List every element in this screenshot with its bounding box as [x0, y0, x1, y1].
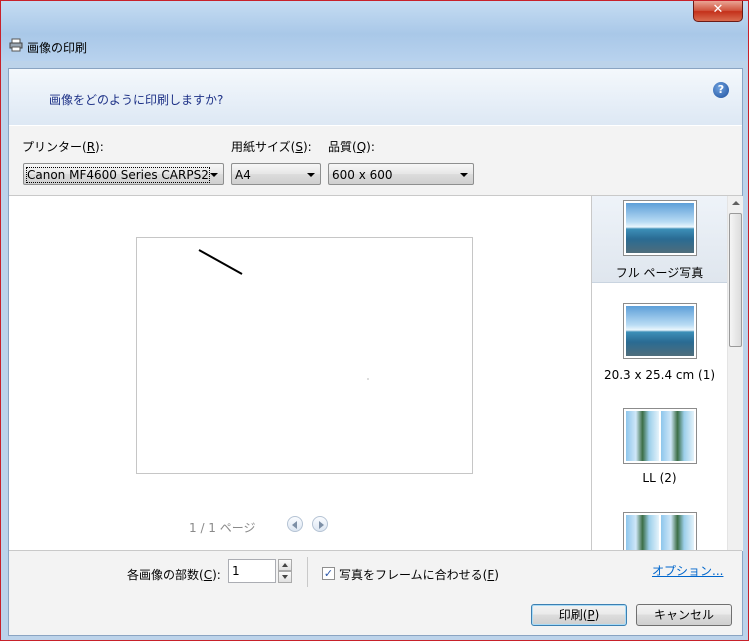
layout-item-ll[interactable]: LL (2): [592, 401, 727, 491]
preview-page: [136, 237, 473, 474]
layout-label: 20.3 x 25.4 cm (1): [603, 368, 716, 382]
dialog-question: 画像をどのように印刷しますか?: [49, 93, 224, 107]
close-icon: ✕: [712, 2, 724, 17]
layout-item-full-page[interactable]: フル ページ写真: [592, 196, 727, 283]
layout-list: フル ページ写真 20.3 x 25.4 cm (1) LL (2): [591, 196, 743, 551]
quality-select[interactable]: 600 x 600: [328, 163, 474, 185]
header-band: 画像をどのように印刷しますか?: [9, 69, 742, 125]
copies-label: 各画像の部数(C):: [127, 568, 221, 582]
copies-input[interactable]: 1: [228, 559, 276, 583]
window-title: 画像の印刷: [27, 41, 88, 55]
layout-thumbnail: [623, 200, 697, 256]
arrow-left-icon: [292, 521, 297, 529]
stepper-up-button[interactable]: [278, 559, 292, 571]
layout-thumbnail: [623, 408, 697, 464]
stepper-down-button[interactable]: [278, 571, 292, 583]
page-indicator: 1 / 1 ページ: [189, 521, 256, 535]
paper-size-value: A4: [235, 168, 251, 182]
close-button[interactable]: ✕: [693, 1, 743, 22]
printer-label: プリンター(R):: [22, 140, 104, 154]
print-dialog-window: 画像の印刷 ✕ 画像をどのように印刷しますか? プリンター(R): Canon …: [0, 0, 749, 641]
options-link[interactable]: オプション...: [652, 562, 723, 579]
print-button[interactable]: 印刷(P): [531, 604, 627, 626]
layout-item-20x25[interactable]: 20.3 x 25.4 cm (1): [592, 296, 727, 388]
chevron-down-icon: [282, 575, 288, 579]
cancel-button[interactable]: キャンセル: [636, 604, 732, 626]
layout-scrollbar[interactable]: [727, 196, 743, 551]
fit-to-frame-label[interactable]: 写真をフレームに合わせる(F): [339, 566, 499, 583]
dialog-client-area: 画像をどのように印刷しますか? プリンター(R): Canon MF4600 S…: [8, 68, 743, 636]
quality-label: 品質(Q):: [328, 140, 375, 154]
copies-bar: 各画像の部数(C): 1 ✓ 写真をフレームに合わせる(F) オプション...: [9, 550, 742, 596]
quality-value: 600 x 600: [332, 168, 393, 182]
next-page-button[interactable]: [312, 516, 328, 532]
divider: [307, 557, 308, 587]
paper-size-label: 用紙サイズ(S):: [231, 140, 312, 154]
arrow-right-icon: [319, 521, 324, 529]
layout-label: LL (2): [642, 471, 677, 485]
button-bar: 印刷(P) キャンセル: [9, 595, 742, 635]
copies-stepper[interactable]: [278, 559, 292, 583]
printer-select[interactable]: Canon MF4600 Series CARPS2: [23, 163, 224, 185]
chevron-up-icon: [282, 563, 288, 567]
layout-label: フル ページ写真: [615, 266, 704, 280]
scrollbar-thumb[interactable]: [729, 213, 742, 347]
print-preview: 1 / 1 ページ: [9, 196, 591, 551]
layout-item-more[interactable]: [592, 505, 727, 551]
chevron-down-icon: [460, 173, 468, 177]
scroll-up-icon: [732, 201, 740, 205]
paper-size-select[interactable]: A4: [231, 163, 321, 185]
layout-thumbnail: [623, 512, 697, 551]
help-icon[interactable]: ?: [713, 82, 729, 98]
chevron-down-icon: [307, 173, 315, 177]
checkmark-icon: ✓: [323, 567, 334, 580]
preview-image: [198, 249, 369, 380]
print-settings-bar: プリンター(R): Canon MF4600 Series CARPS2 用紙サ…: [9, 125, 742, 196]
chevron-down-icon: [210, 173, 218, 177]
main-area: 1 / 1 ページ フル ページ写真 20.3 x 25.4 cm (1) LL…: [9, 195, 743, 551]
printer-select-value: Canon MF4600 Series CARPS2: [26, 167, 210, 183]
previous-page-button[interactable]: [287, 516, 303, 532]
fit-to-frame-checkbox[interactable]: ✓: [322, 567, 335, 580]
title-bar[interactable]: 画像の印刷 ✕: [1, 1, 748, 61]
layout-thumbnail: [623, 303, 697, 359]
printer-icon: [9, 38, 23, 52]
